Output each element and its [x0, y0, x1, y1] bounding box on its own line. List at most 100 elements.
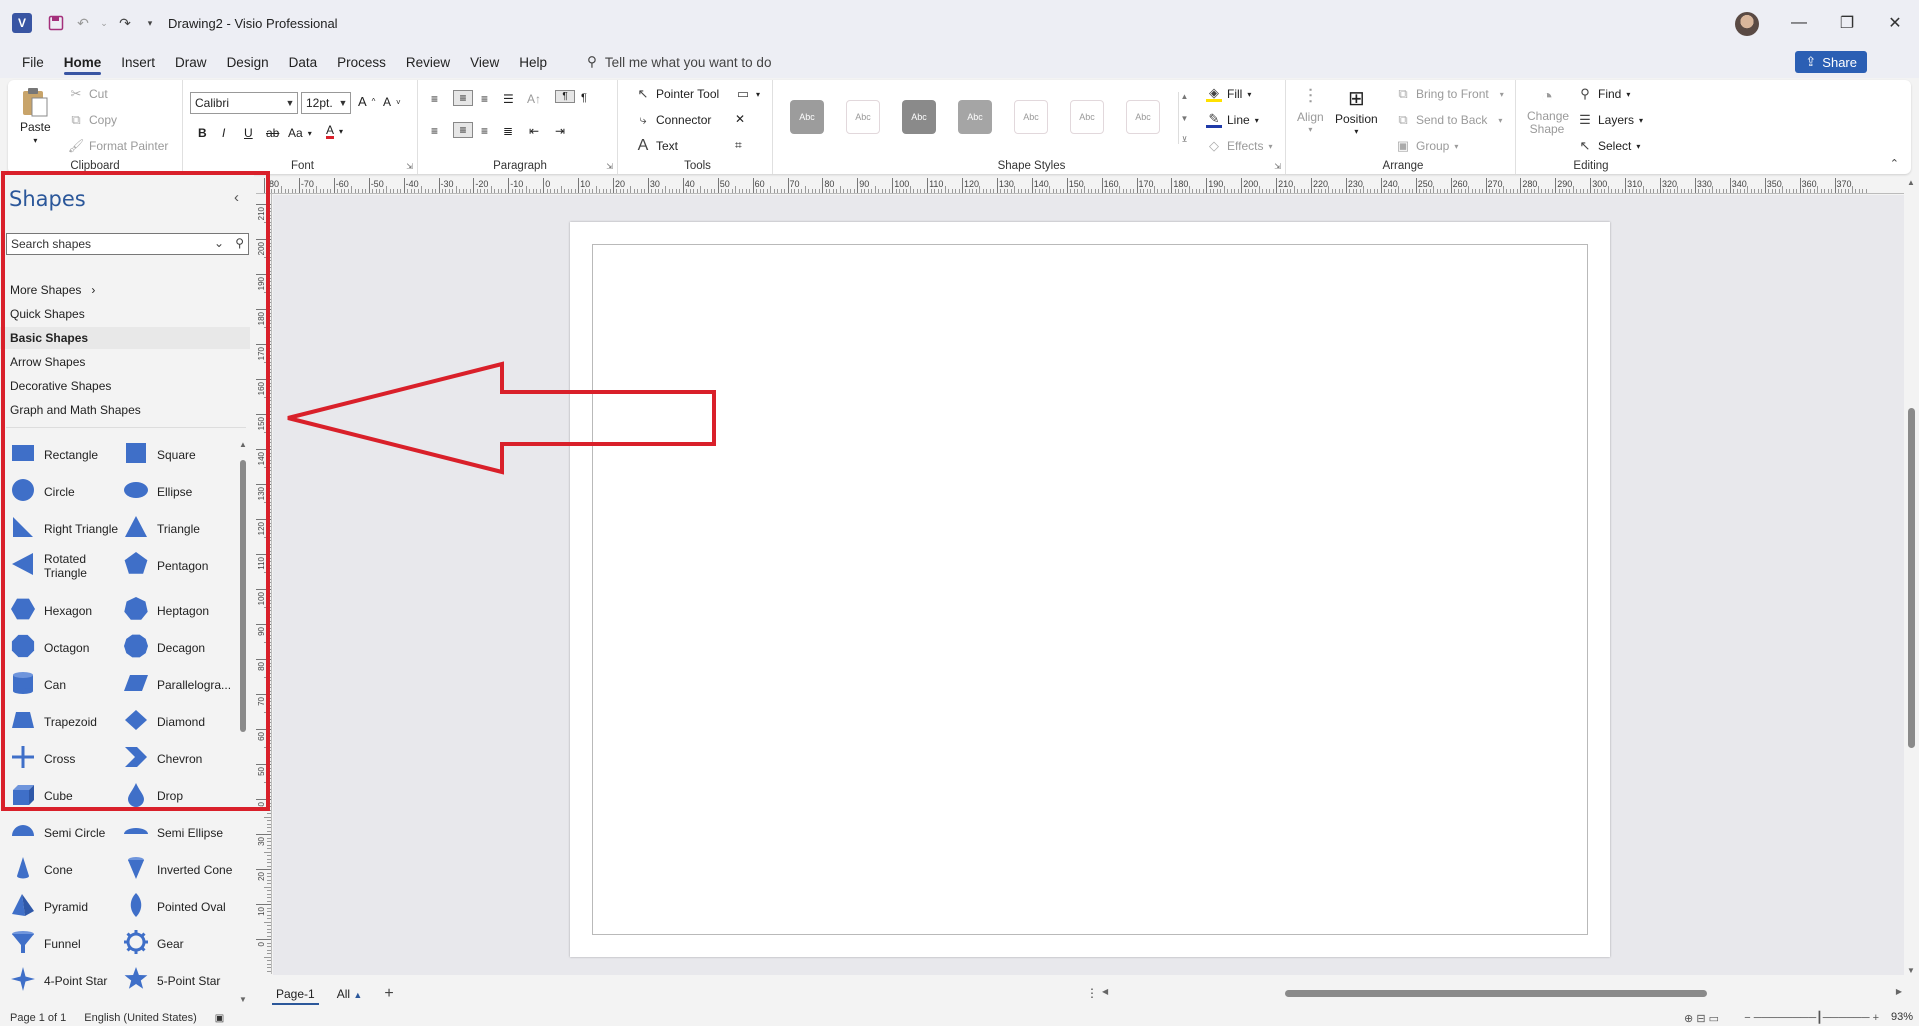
collapse-ribbon-icon[interactable]: ⌃ — [1890, 157, 1899, 170]
scroll-up-icon[interactable]: ▲ — [239, 440, 247, 449]
font-size-select[interactable]: 12pt. ▼ — [301, 92, 351, 114]
align-middle-icon[interactable]: ≡ — [453, 90, 473, 106]
scrollbar-thumb[interactable] — [1908, 408, 1915, 748]
language-indicator[interactable]: English (United States) — [84, 1012, 197, 1024]
scroll-down-icon[interactable]: ▼ — [1907, 966, 1915, 975]
bold-button[interactable]: B — [198, 126, 207, 140]
effects-button[interactable]: ◇ Effects ▾ — [1206, 138, 1272, 154]
shape-item[interactable]: Drop — [123, 778, 235, 814]
tell-me-box[interactable]: ⚲ Tell me what you want to do — [587, 54, 771, 70]
tab-design[interactable]: Design — [217, 46, 279, 78]
stencil-basic-shapes[interactable]: Basic Shapes — [0, 327, 250, 349]
undo-icon[interactable]: ↶ — [68, 0, 98, 46]
select-button[interactable]: ↖ Select ▾ — [1577, 138, 1641, 154]
rtl-text-icon[interactable]: ¶ — [581, 92, 587, 104]
align-left-icon[interactable]: ≡ — [431, 124, 438, 138]
drawing-page[interactable] — [570, 222, 1610, 957]
stencil-graph-math-shapes[interactable]: Graph and Math Shapes — [0, 399, 250, 421]
shape-item[interactable]: Trapezoid — [10, 704, 122, 740]
shape-item[interactable]: Pentagon — [123, 548, 235, 584]
dialog-launcher-icon[interactable]: ⇲ — [1274, 162, 1281, 171]
shape-item[interactable]: Circle — [10, 474, 122, 510]
style-swatch[interactable]: Abc — [1014, 100, 1048, 134]
strikethrough-button[interactable]: ab — [266, 126, 279, 140]
stencil-arrow-shapes[interactable]: Arrow Shapes — [0, 351, 250, 373]
dialog-launcher-icon[interactable]: ⇲ — [406, 162, 413, 171]
tab-home[interactable]: Home — [54, 46, 112, 78]
shape-item[interactable]: Ellipse — [123, 474, 235, 510]
drawing-canvas[interactable] — [273, 195, 1904, 975]
avatar[interactable] — [1735, 12, 1759, 36]
redo-icon[interactable]: ↷ — [110, 0, 140, 46]
align-right-icon[interactable]: ≡ — [481, 124, 488, 138]
tab-review[interactable]: Review — [396, 46, 460, 78]
bullets-icon[interactable]: ☰ — [503, 92, 514, 106]
shape-item[interactable]: Gear — [123, 926, 235, 962]
shrink-font-button[interactable]: A ˅ — [383, 95, 401, 109]
group-button[interactable]: ▣ Group ▾ — [1395, 138, 1459, 154]
shape-item[interactable]: Cube — [10, 778, 122, 814]
style-swatch[interactable]: Abc — [1126, 100, 1160, 134]
ltr-text-icon[interactable]: ¶ — [555, 90, 575, 103]
horizontal-scrollbar[interactable]: ◀ ▶ — [1102, 987, 1902, 998]
tab-help[interactable]: Help — [509, 46, 557, 78]
scrollbar-thumb[interactable] — [1285, 990, 1707, 997]
font-family-select[interactable]: Calibri ▼ — [190, 92, 298, 114]
fit-page-icon[interactable]: ⊕ ⊟ ▭ — [1684, 1012, 1719, 1025]
style-swatch[interactable]: Abc — [846, 100, 880, 134]
font-color-button[interactable]: A ▾ — [326, 124, 343, 139]
add-page-icon[interactable]: + — [384, 985, 393, 1003]
increase-spacing-icon[interactable]: A↑ — [527, 92, 541, 106]
scrollbar-thumb[interactable] — [240, 460, 246, 732]
share-button[interactable]: ⇪ Share — [1795, 51, 1867, 73]
style-swatch[interactable]: Abc — [1070, 100, 1104, 134]
more-options-icon[interactable]: ⋮ — [1086, 986, 1098, 1000]
stencil-decorative-shapes[interactable]: Decorative Shapes — [0, 375, 250, 397]
shape-item[interactable]: Inverted Cone — [123, 852, 235, 888]
scroll-right-icon[interactable]: ▶ — [1896, 987, 1902, 996]
minimize-icon[interactable]: — — [1775, 0, 1823, 46]
connection-point-icon[interactable]: ⌗ — [735, 138, 742, 153]
fill-button[interactable]: ◈ Fill ▾ — [1206, 85, 1251, 102]
close-icon[interactable]: ✕ — [1871, 0, 1919, 46]
shape-item[interactable]: Rotated Triangle — [10, 548, 122, 584]
shape-item[interactable]: Pointed Oval — [123, 889, 235, 925]
paste-button[interactable]: Paste ▾ — [20, 86, 51, 145]
text-tool-button[interactable]: A Text — [635, 137, 678, 154]
align-center-icon[interactable]: ≡ — [453, 122, 473, 138]
style-swatch[interactable]: Abc — [790, 100, 824, 134]
tab-view[interactable]: View — [460, 46, 509, 78]
tab-process[interactable]: Process — [327, 46, 396, 78]
format-painter-button[interactable]: 🖌 Format Painter — [68, 138, 169, 154]
tab-insert[interactable]: Insert — [111, 46, 165, 78]
shape-item[interactable]: Hexagon — [10, 593, 122, 629]
stencil-more-shapes[interactable]: More Shapes › — [0, 279, 250, 301]
underline-button[interactable]: U — [244, 126, 253, 140]
shape-item[interactable]: Heptagon — [123, 593, 235, 629]
shape-list-scrollbar[interactable]: ▲ ▼ — [238, 440, 248, 1004]
shape-item[interactable]: Square — [123, 437, 235, 473]
decrease-indent-icon[interactable]: ⇤ — [529, 124, 539, 138]
save-icon[interactable] — [44, 0, 68, 46]
align-button[interactable]: ⫶ Align ▾ — [1297, 86, 1324, 134]
shape-item[interactable]: Semi Ellipse — [123, 815, 235, 851]
shape-item[interactable]: Rectangle — [10, 437, 122, 473]
customize-quick-access-icon[interactable]: ▾ — [140, 0, 160, 46]
cut-button[interactable]: ✂ Cut — [68, 86, 108, 102]
collapse-panel-icon[interactable]: ‹ — [234, 189, 239, 206]
position-button[interactable]: ⊞ Position ▾ — [1335, 86, 1378, 136]
scroll-left-icon[interactable]: ◀ — [1102, 987, 1108, 996]
dialog-launcher-icon[interactable]: ⇲ — [606, 162, 613, 171]
layers-button[interactable]: ☰ Layers ▾ — [1577, 112, 1643, 128]
chevron-down-icon[interactable]: ⌄ — [214, 236, 224, 250]
connector-button[interactable]: ⤷ Connector — [635, 112, 711, 128]
justify-icon[interactable]: ≣ — [503, 124, 513, 138]
change-shape-button[interactable]: ◔ Change Shape — [1527, 86, 1569, 136]
shape-item[interactable]: Funnel — [10, 926, 122, 962]
increase-indent-icon[interactable]: ⇥ — [555, 124, 565, 138]
find-button[interactable]: ⚲ Find ▾ — [1577, 86, 1630, 102]
macro-record-icon[interactable]: ▣ — [215, 1013, 224, 1024]
scroll-up-icon[interactable]: ▲ — [1907, 178, 1915, 187]
shape-item[interactable]: Cross — [10, 741, 122, 777]
shape-item[interactable]: Decagon — [123, 630, 235, 666]
